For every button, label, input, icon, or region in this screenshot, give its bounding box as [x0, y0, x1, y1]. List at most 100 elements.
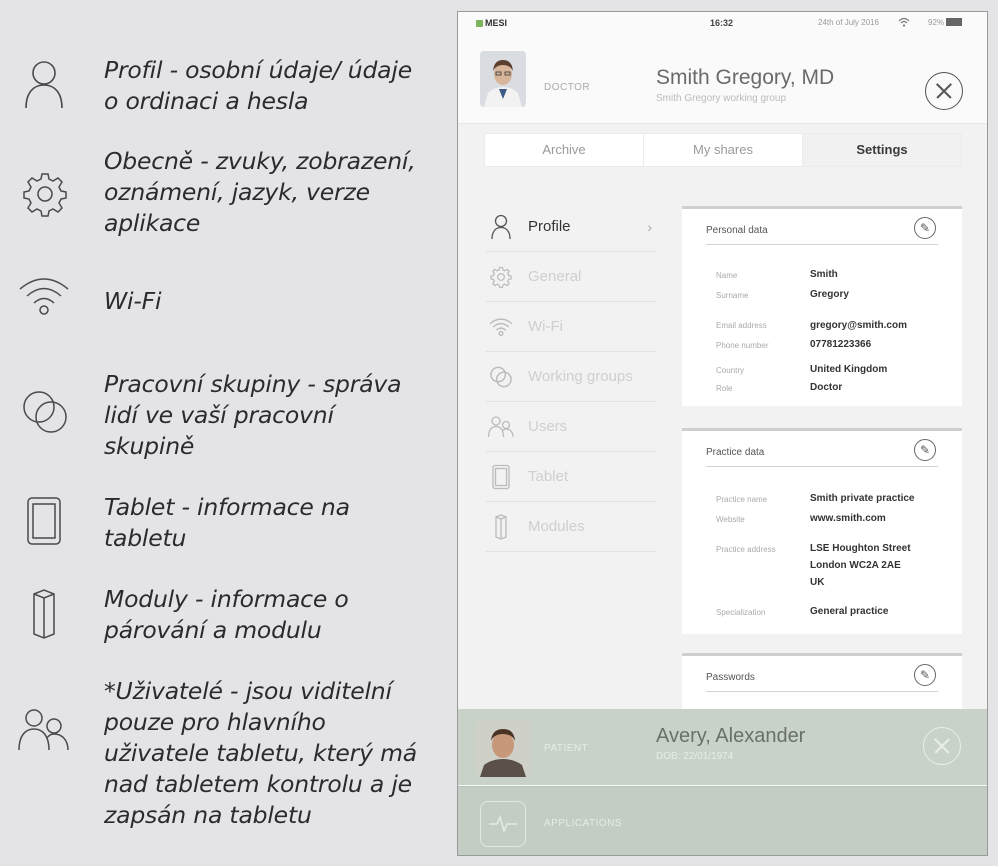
practice-data-card: Practice data ✎ Practice name Smith priv…: [682, 428, 962, 634]
field-value: Smith private practice: [810, 493, 915, 504]
field-label: Website: [716, 515, 745, 524]
wifi-icon: [486, 312, 516, 342]
legend-text-wifi: Wi-Fi: [104, 287, 162, 315]
tablet-icon: [26, 496, 62, 546]
edit-passwords-button[interactable]: ✎: [914, 664, 936, 686]
field-value: gregory@smith.com: [810, 320, 907, 331]
tablet-icon: [486, 462, 516, 492]
battery-level: 92%: [928, 18, 945, 27]
field-label: Specialization: [716, 608, 766, 617]
applications-icon[interactable]: [480, 801, 526, 847]
field-value: 07781223366: [810, 339, 872, 350]
battery-icon: [946, 18, 963, 26]
edit-personal-button[interactable]: ✎: [914, 217, 936, 239]
status-bar: MESI 16:32 24th of July 2016 92%: [458, 12, 987, 36]
tab-my-shares[interactable]: My shares: [644, 134, 803, 166]
menu-item-wifi[interactable]: Wi-Fi: [486, 302, 656, 352]
field-label: Role: [716, 384, 733, 393]
chevron-right-icon: ›: [647, 219, 652, 235]
status-time: 16:32: [710, 18, 734, 28]
doctor-header: DOCTOR Smith Gregory, MD Smith Gregory w…: [458, 36, 987, 124]
field-value: Gregory: [810, 289, 849, 300]
tablet-screen: MESI 16:32 24th of July 2016 92% DOCTOR …: [457, 11, 988, 856]
menu-item-label: Profile: [528, 218, 571, 235]
menu-item-label: Wi-Fi: [528, 318, 563, 335]
menu-item-label: Users: [528, 418, 568, 435]
field-label: Country: [716, 366, 745, 375]
menu-item-label: Working groups: [528, 368, 633, 385]
person-icon: [486, 212, 516, 242]
working-groups-icon: [486, 362, 516, 392]
field-value: www.smith.com: [810, 513, 886, 524]
pencil-icon: ✎: [919, 668, 931, 682]
field-value: UK: [810, 577, 825, 588]
patient-name: Avery, Alexander: [656, 725, 806, 747]
patient-avatar[interactable]: [476, 719, 530, 777]
legend-text-modules: Moduly - informace o párování a modulu: [104, 585, 349, 644]
card-header: Passwords ✎: [706, 656, 938, 692]
legend-text-tablet: Tablet - informace na tabletu: [104, 493, 350, 552]
card-title: Practice data: [706, 447, 765, 458]
field-label: Email address: [716, 321, 767, 330]
field-label: Name: [716, 271, 738, 280]
doctor-avatar[interactable]: [480, 51, 526, 107]
menu-item-label: General: [528, 268, 582, 285]
field-value: London WC2A 2AE: [810, 560, 901, 571]
legend-text-users: *Uživatelé - jsou viditelní pouze pro hl…: [104, 677, 417, 829]
doctor-role-label: DOCTOR: [544, 82, 591, 93]
status-date: 24th of July 2016: [818, 18, 879, 27]
menu-item-working-groups[interactable]: Working groups: [486, 352, 656, 402]
menu-item-general[interactable]: General: [486, 252, 656, 302]
edit-practice-button[interactable]: ✎: [914, 439, 936, 461]
card-header: Personal data ✎: [706, 209, 938, 245]
gear-icon: [486, 262, 516, 292]
close-patient-button[interactable]: [923, 727, 961, 765]
brand-logo-icon: [476, 20, 483, 27]
field-value: Smith: [810, 269, 838, 280]
menu-item-users[interactable]: Users: [486, 402, 656, 452]
brand-label: MESI: [485, 18, 508, 28]
menu-item-modules[interactable]: Modules: [486, 502, 656, 552]
menu-item-profile[interactable]: Profile ›: [486, 202, 656, 252]
field-label: Surname: [716, 291, 749, 300]
doctor-group: Smith Gregory working group: [656, 93, 787, 104]
field-label: Practice name: [716, 495, 768, 504]
status-wifi-icon: [898, 17, 910, 29]
users-icon: [16, 706, 72, 754]
legend-text-profile: Profil - osobní údaje/ údaje o ordinaci …: [104, 56, 412, 115]
settings-menu: Profile › General Wi-Fi Working groups U…: [486, 202, 656, 552]
patient-bar[interactable]: PATIENT Avery, Alexander DOB: 22/01/1974: [458, 709, 987, 785]
legend-text-general: Obecně - zvuky, zobrazení, oznámení, jaz…: [104, 147, 416, 237]
field-value: General practice: [810, 606, 889, 617]
tab-archive[interactable]: Archive: [485, 134, 644, 166]
menu-item-label: Tablet: [528, 468, 569, 485]
status-battery: 92%: [928, 18, 963, 27]
module-icon: [486, 512, 516, 542]
pencil-icon: ✎: [919, 221, 931, 235]
legend-text-working-groups: Pracovní skupiny - správa lidí ve vaší p…: [104, 370, 402, 460]
card-title: Personal data: [706, 225, 768, 236]
pencil-icon: ✎: [919, 443, 931, 457]
field-value: United Kingdom: [810, 364, 888, 375]
menu-item-tablet[interactable]: Tablet: [486, 452, 656, 502]
field-label: Phone number: [716, 341, 769, 350]
doctor-name: Smith Gregory, MD: [656, 66, 835, 89]
tab-settings[interactable]: Settings: [803, 134, 961, 166]
applications-label: APPLICATIONS: [544, 818, 623, 829]
patient-role-label: PATIENT: [544, 743, 589, 754]
users-icon: [486, 412, 516, 442]
card-title: Passwords: [706, 672, 755, 683]
applications-bar[interactable]: APPLICATIONS: [458, 786, 987, 855]
close-doctor-button[interactable]: [925, 72, 963, 110]
main-tabs: Archive My shares Settings: [484, 133, 962, 167]
wifi-icon: [18, 275, 70, 317]
status-brand: MESI: [476, 18, 507, 28]
menu-item-label: Modules: [528, 518, 585, 535]
field-value: Doctor: [810, 382, 843, 393]
field-label: Practice address: [716, 545, 776, 554]
patient-dob: DOB: 22/01/1974: [656, 751, 734, 762]
personal-data-card: Personal data ✎ Name Smith Surname Grego…: [682, 206, 962, 406]
field-value: LSE Houghton Street: [810, 543, 911, 554]
gear-icon: [22, 171, 68, 217]
card-header: Practice data ✎: [706, 431, 938, 467]
